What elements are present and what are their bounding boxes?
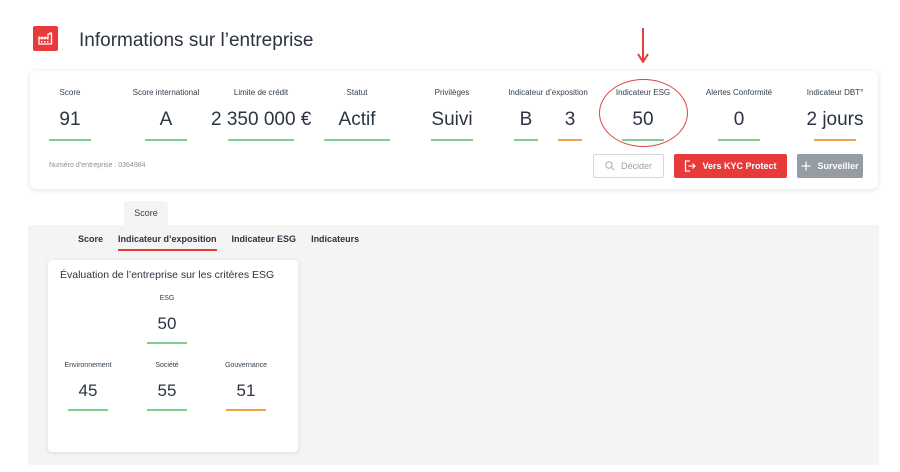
monitor-button-label: Surveiller bbox=[817, 161, 859, 171]
metric-dbt: Indicateur DBT° 2 jours bbox=[785, 88, 885, 141]
esg-value: 50 bbox=[157, 314, 177, 333]
metric-bar bbox=[718, 139, 760, 141]
esg-card-title: Évaluation de l’entreprise sur les critè… bbox=[60, 269, 275, 281]
metric-label: Statut bbox=[346, 88, 368, 97]
search-icon bbox=[605, 161, 615, 171]
score-panel: Score Indicateur d’exposition Indicateur… bbox=[28, 225, 879, 465]
score-tabs: Score Indicateur d’exposition Indicateur… bbox=[78, 234, 374, 251]
esg-bar bbox=[68, 409, 108, 411]
metric-international: Score international A bbox=[116, 88, 216, 141]
metric-bar bbox=[431, 139, 473, 141]
metric-label: Alertes Conformité bbox=[705, 88, 773, 97]
metric-bar bbox=[228, 139, 294, 141]
esg-label: Société bbox=[155, 362, 179, 369]
decide-button-label: Décider bbox=[620, 161, 652, 171]
esg-societe: Société 55 bbox=[127, 362, 207, 411]
esg-value: 45 bbox=[78, 381, 98, 400]
export-icon bbox=[685, 160, 697, 172]
esg-evaluation-card: Évaluation de l’entreprise sur les critè… bbox=[48, 260, 298, 452]
metric-value: 91 bbox=[59, 109, 81, 130]
metric-exposition: Indicateur d’exposition B 3 bbox=[498, 88, 598, 141]
esg-value: 51 bbox=[236, 381, 256, 400]
company-summary-card: Score 91 Score international A Limite de… bbox=[30, 71, 878, 189]
metric-label: Score international bbox=[132, 88, 200, 97]
esg-gouvernance: Gouvernance 51 bbox=[206, 362, 286, 411]
esg-bar bbox=[147, 409, 187, 411]
plus-icon bbox=[801, 161, 811, 171]
annotation-circle bbox=[599, 79, 688, 147]
exposition-grade: B bbox=[519, 109, 533, 130]
esg-label: Gouvernance bbox=[224, 362, 268, 369]
tab-indicateurs[interactable]: Indicateurs bbox=[311, 234, 359, 251]
kyc-protect-button-label: Vers KYC Protect bbox=[702, 161, 777, 171]
metric-label: Indicateur d’exposition bbox=[508, 88, 588, 97]
metric-value: Actif bbox=[338, 109, 376, 130]
esg-label: Environnement bbox=[64, 362, 112, 369]
metric-credit: Limite de crédit 2 350 000 € bbox=[211, 88, 311, 141]
metric-bar bbox=[49, 139, 91, 141]
monitor-button[interactable]: Surveiller bbox=[797, 154, 863, 178]
tab-exposition[interactable]: Indicateur d’exposition bbox=[118, 234, 217, 251]
tab-score[interactable]: Score bbox=[78, 234, 103, 251]
metric-label: Score bbox=[59, 88, 81, 97]
metric-bar bbox=[145, 139, 187, 141]
metric-bar bbox=[814, 139, 856, 141]
exposition-level: 3 bbox=[564, 109, 576, 130]
metric-value: 0 bbox=[733, 109, 745, 130]
esg-value: 55 bbox=[157, 381, 177, 400]
page-header: Informations sur l’entreprise bbox=[33, 26, 313, 51]
metric-bar bbox=[324, 139, 390, 141]
kyc-protect-button[interactable]: Vers KYC Protect bbox=[674, 154, 787, 178]
tab-esg[interactable]: Indicateur ESG bbox=[232, 234, 297, 251]
decide-button[interactable]: Décider bbox=[593, 154, 664, 178]
metric-label: Privilèges bbox=[434, 88, 470, 97]
metric-bar bbox=[558, 139, 582, 141]
page-title: Informations sur l’entreprise bbox=[79, 30, 314, 51]
esg-bar bbox=[226, 409, 266, 411]
metric-value: A bbox=[159, 109, 173, 130]
company-number: Numéro d’entreprise : 0364984 bbox=[49, 162, 146, 169]
metric-score: Score 91 bbox=[20, 88, 120, 141]
section-tab-score[interactable]: Score bbox=[124, 201, 168, 225]
annotation-arrow-icon bbox=[637, 28, 649, 63]
metric-value: Suivi bbox=[431, 109, 473, 130]
esg-environnement: Environnement 45 bbox=[48, 362, 128, 411]
metric-privileges: Privilèges Suivi bbox=[402, 88, 502, 141]
metric-alertes: Alertes Conformité 0 bbox=[689, 88, 789, 141]
metric-bar bbox=[514, 139, 538, 141]
metric-statut: Statut Actif bbox=[307, 88, 407, 141]
factory-icon bbox=[33, 26, 58, 51]
metric-value: 2 jours bbox=[806, 109, 864, 130]
esg-global: ESG 50 bbox=[127, 295, 207, 344]
metric-label: Indicateur DBT° bbox=[806, 88, 864, 97]
esg-label: ESG bbox=[159, 295, 175, 302]
metric-value: 2 350 000 € bbox=[211, 109, 312, 130]
esg-bar bbox=[147, 342, 187, 344]
metric-label: Limite de crédit bbox=[233, 88, 289, 97]
